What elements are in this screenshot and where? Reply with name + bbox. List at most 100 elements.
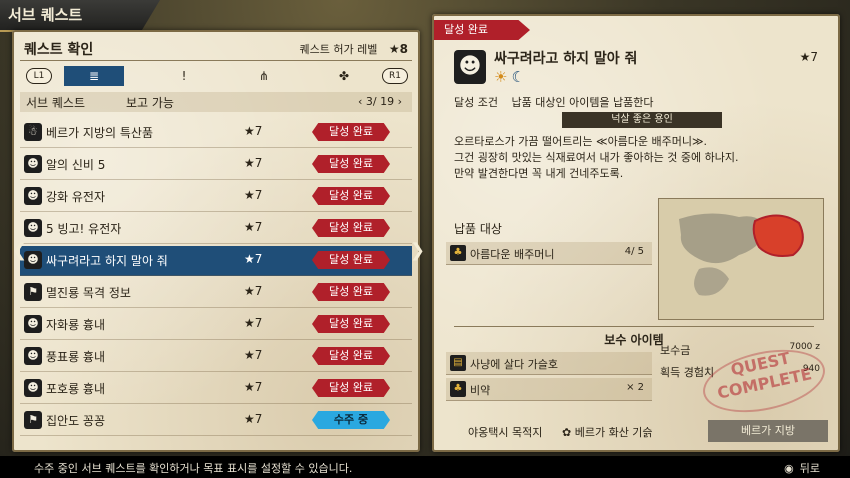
filter-report[interactable]: 보고 가능 [126,94,174,111]
footer-message: 수주 중인 서브 퀘스트를 확인하거나 목표 표시를 설정할 수 있습니다. [34,462,353,475]
region-map [658,198,824,320]
quest-name: 강화 유전자 [46,190,106,204]
quest-stars: ★7 [244,252,263,266]
status-badge: 달성 완료 [312,251,390,269]
condition-label: 달성 조건 [454,96,498,109]
category-tabs: L1 ≣ ! ⋔ ✤ R1 [20,66,412,86]
quest-row[interactable]: ☃ 베르가 지방의 특산품 ★7 달성 완료 [20,118,412,148]
quest-level: 퀘스트 허가 레벨 ★8 [300,41,408,57]
quest-icon: ☃ [24,123,42,141]
quest-row[interactable]: ☻ 자화룡 흉내 ★7 달성 완료 [20,310,412,340]
handshake-icon: ✤ [338,69,350,83]
quest-detail-panel: 달성 완료 ☻ 싸구려라고 하지 말아 줘 ★7 ☀ ☾ 달성 조건 납품 대상인… [432,14,840,452]
tab-list[interactable]: ≣ [64,66,124,86]
window-title-bar: 서브 퀘스트 [0,0,160,32]
quest-icon: ☻ [24,315,42,333]
reward-name: 비약 [470,384,491,397]
tab-tree[interactable]: ⋔ [234,66,294,86]
tree-icon: ⋔ [258,69,270,83]
quest-row[interactable]: ☻ 풍표룡 흉내 ★7 달성 완료 [20,342,412,372]
quest-description: 오르타로스가 가끔 떨어트리는 ≪아름다운 배주머니≫. 그건 굉장히 맛있는 … [454,134,824,182]
quest-name: 5 빙고! 유전자 [46,222,122,236]
reward-row: ▤ 사냥에 살다 가슬호 [446,352,652,375]
delivery-item: 아름다운 배주머니 [470,248,555,261]
tab-notice[interactable]: ! [154,66,214,86]
status-badge: 달성 완료 [312,219,390,237]
quest-level-label: 퀘스트 허가 레벨 [299,43,378,56]
quest-stars: ★7 [244,188,263,202]
filter-bar: 서브 퀘스트 보고 가능 ‹ 3/ 19 › [20,92,412,112]
chevron-left-icon[interactable]: ❮ [12,240,27,261]
quest-row-selected[interactable]: ☻ 싸구려라고 하지 말아 줘 ★7 달성 완료 [20,246,412,276]
quest-name: 알의 신비 5 [46,158,106,172]
quest-stars: ★7 [244,156,263,170]
sun-icon: ☀ [494,68,508,86]
reward-row: ♣ 비약 × 2 [446,378,652,401]
window-title: 서브 퀘스트 [8,6,83,24]
detail-title: 싸구려라고 하지 말아 줘 [494,51,638,67]
list-icon: ≣ [88,69,100,83]
taxi-destination[interactable]: ✿ 베르가 화산 기슭 [562,424,653,440]
circle-button-icon: ◉ [784,462,794,475]
quest-row[interactable]: ⚑ 멸진룡 목격 정보 ★7 달성 완료 [20,278,412,308]
delivery-row: ♣ 아름다운 배주머니 4/ 5 [446,242,652,265]
taxi-destination-text: 베르가 화산 기슭 [574,426,653,439]
quest-icon: ⚑ [24,283,42,301]
detail-stars: ★7 [799,50,818,64]
quest-row[interactable]: ☻ 5 빙고! 유전자 ★7 달성 완료 [20,214,412,244]
status-badge: 달성 완료 [312,347,390,365]
map-graphic [679,213,804,296]
quest-stars: ★7 [244,348,263,362]
quest-stars: ★7 [244,124,263,138]
status-badge: 달성 완료 [312,379,390,397]
footer-bar: 수주 중인 서브 퀘스트를 확인하거나 목표 표시를 설정할 수 있습니다. ◉… [0,456,850,478]
time-icons: ☀ ☾ [494,68,525,86]
quest-name: 포호룡 흉내 [46,382,106,396]
description-line: 만약 발견한다면 꼭 내게 건네주도록. [454,167,624,180]
quest-list-panel: 퀘스트 확인 퀘스트 허가 레벨 ★8 L1 ≣ ! ⋔ ✤ R1 서브 퀘스트… [12,30,420,452]
quest-icon: ☻ [24,219,42,237]
chevron-right-icon[interactable]: ❯ [410,240,425,261]
tab-handshake[interactable]: ✤ [314,66,374,86]
status-badge: 달성 완료 [312,123,390,141]
status-badge: 수주 중 [312,411,390,429]
quest-row[interactable]: ⚑ 집안도 꽁꽁 ★7 수주 중 [20,406,412,436]
bag-icon: ♣ [450,245,466,261]
r1-button[interactable]: R1 [382,68,408,84]
book-icon: ▤ [450,355,466,371]
page-number: 3/ 19 [365,95,395,108]
client-name: 넉살 좋은 용인 [562,112,722,128]
quest-row[interactable]: ☻ 알의 신비 5 ★7 달성 완료 [20,150,412,180]
quest-name: 집안도 꽁꽁 [46,414,106,428]
quest-stars: ★7 [244,220,263,234]
delivery-label: 납품 대상 [454,222,502,236]
condition-text: 납품 대상인 아이템을 납품한다 [511,96,654,109]
money-label: 보수금 [660,344,691,357]
quest-name: 자화룡 흉내 [46,318,106,332]
completed-tag: 달성 완료 [434,20,530,40]
client-face-icon: ☻ [454,50,486,84]
filter-category[interactable]: 서브 퀘스트 [26,94,85,111]
taxi-row: 야옹택시 목적지 ✿ 베르가 화산 기슭 베르가 지방 [442,420,832,442]
region-button[interactable]: 베르가 지방 [708,420,828,442]
taxi-label: 야옹택시 목적지 [468,426,543,439]
list-header: 퀘스트 확인 퀘스트 허가 레벨 ★8 [20,38,412,61]
quest-name: 풍표룡 흉내 [46,350,106,364]
description-line: 오르타로스가 가끔 떨어트리는 ≪아름다운 배주머니≫. [454,135,708,148]
quest-icon: ☻ [24,187,42,205]
quest-row[interactable]: ☻ 포호룡 흉내 ★7 달성 완료 [20,374,412,404]
description-line: 그건 굉장히 맛있는 식재료여서 내가 좋아하는 것 중에 하나지. [454,151,739,164]
status-badge: 달성 완료 [312,283,390,301]
moon-icon: ☾ [511,68,525,86]
page-indicator: ‹ 3/ 19 › [358,95,402,108]
back-button[interactable]: ◉ 뒤로 [784,460,820,476]
list-title: 퀘스트 확인 [24,42,94,58]
quest-icon: ☻ [24,155,42,173]
quest-row[interactable]: ☻ 강화 유전자 ★7 달성 완료 [20,182,412,212]
page-next-icon[interactable]: › [398,95,402,108]
l1-button[interactable]: L1 [26,68,52,84]
potion-icon: ♣ [450,381,466,397]
page-prev-icon[interactable]: ‹ [358,95,366,108]
quest-stars: ★7 [244,380,263,394]
quest-name: 싸구려라고 하지 말아 줘 [46,254,168,268]
